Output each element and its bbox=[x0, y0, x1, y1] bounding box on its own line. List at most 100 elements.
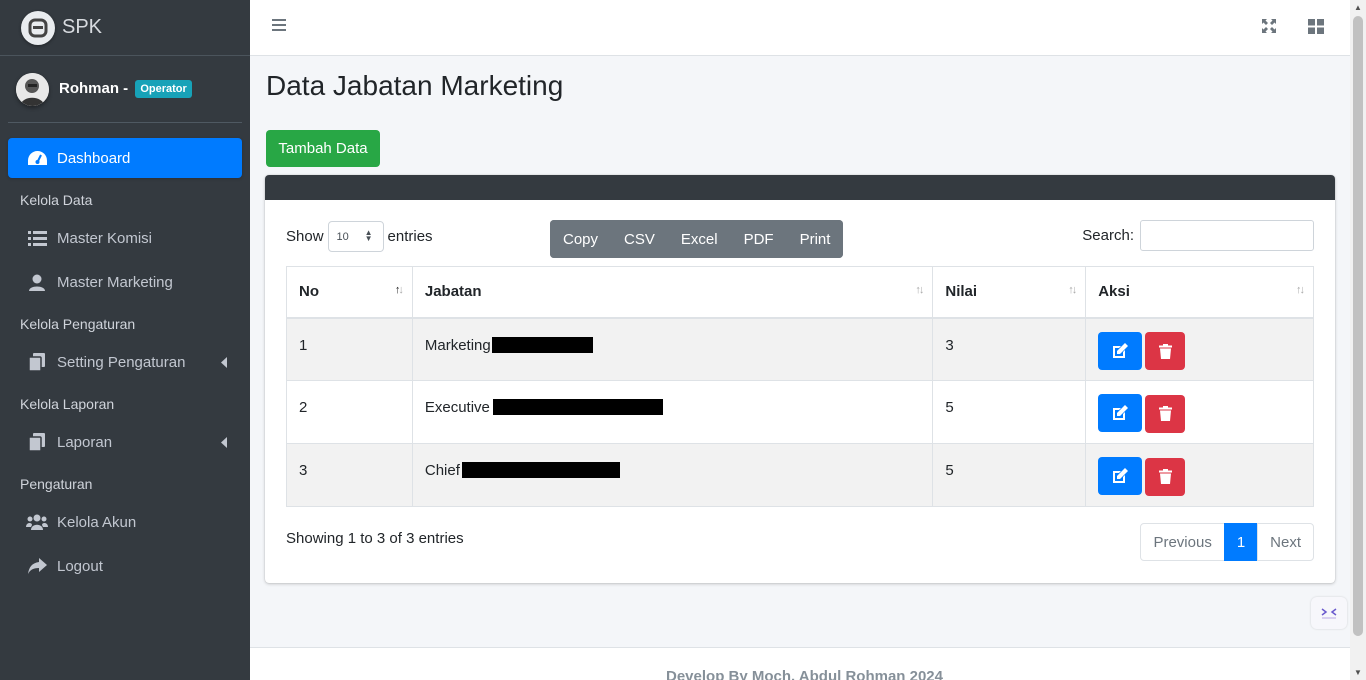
grid-icon[interactable] bbox=[1308, 19, 1324, 38]
fullscreen-icon[interactable] bbox=[1262, 19, 1276, 37]
add-data-button[interactable]: Tambah Data bbox=[266, 130, 380, 167]
footer-text: Develop By Moch. Abdul Rohman 2024 bbox=[666, 668, 943, 680]
csv-button[interactable]: CSV bbox=[611, 220, 668, 258]
page-title: Data Jabatan Marketing bbox=[266, 70, 564, 101]
footer: Develop By Moch. Abdul Rohman 2024 bbox=[250, 647, 1350, 680]
show-entries: Show 10 ▲ ▼ entries bbox=[286, 221, 433, 252]
nav-header-pengaturan: Pengaturan bbox=[20, 476, 93, 492]
user-panel: Rohman - Operator bbox=[8, 56, 242, 123]
sidebar-item-kelola-akun[interactable]: Kelola Akun bbox=[8, 502, 242, 542]
sidebar-item-laporan[interactable]: Laporan bbox=[8, 422, 242, 462]
column-header-jabatan[interactable]: Jabatan ↑↓ bbox=[411, 266, 934, 319]
search-input[interactable] bbox=[1140, 220, 1314, 251]
cell-jabatan: Marketing bbox=[411, 317, 934, 381]
table-header-row: No ↑↓ Jabatan ↑↓ Nilai ↑↓ Aksi ↑↓ bbox=[286, 266, 1314, 319]
trash-icon bbox=[1158, 406, 1172, 421]
list-icon bbox=[26, 228, 48, 248]
sidebar-item-master-marketing[interactable]: Master Marketing bbox=[8, 262, 242, 302]
hamburger-menu-icon[interactable] bbox=[272, 17, 286, 37]
select-arrows-icon: ▲ ▼ bbox=[364, 228, 373, 243]
cell-nilai: 5 bbox=[932, 380, 1087, 444]
share-icon bbox=[26, 556, 48, 576]
sidebar-item-master-komisi[interactable]: Master Komisi bbox=[8, 218, 242, 258]
cell-aksi bbox=[1085, 380, 1314, 444]
nav-header-kelola-laporan: Kelola Laporan bbox=[20, 396, 115, 412]
vertical-scrollbar[interactable]: ▲ ▼ bbox=[1350, 0, 1366, 680]
floating-widget-icon[interactable] bbox=[1311, 597, 1347, 629]
sort-icon: ↑↓ bbox=[915, 284, 924, 296]
scrollbar-thumb[interactable] bbox=[1353, 16, 1363, 636]
redacted-block bbox=[461, 462, 620, 478]
user-avatar[interactable] bbox=[16, 72, 49, 106]
edit-button[interactable] bbox=[1098, 331, 1143, 370]
trash-icon bbox=[1158, 343, 1172, 359]
column-label: Jabatan bbox=[424, 283, 482, 301]
column-label: Nilai bbox=[945, 283, 978, 301]
delete-button[interactable] bbox=[1145, 332, 1186, 370]
show-label: Show bbox=[286, 228, 324, 245]
brand-logo-icon bbox=[21, 10, 55, 45]
pdf-button[interactable]: PDF bbox=[730, 220, 787, 258]
cell-aksi bbox=[1085, 443, 1314, 507]
dashboard-icon bbox=[26, 148, 48, 168]
brand-link[interactable]: SPK bbox=[0, 0, 250, 56]
entries-select-value: 10 bbox=[336, 230, 349, 243]
data-card: Show 10 ▲ ▼ entries Copy CSV Excel PDF Pr… bbox=[265, 175, 1335, 583]
top-navbar bbox=[250, 0, 1350, 56]
jabatan-text: Chief bbox=[424, 462, 460, 479]
next-page-button[interactable]: Next bbox=[1257, 523, 1314, 561]
page-1-button[interactable]: 1 bbox=[1223, 523, 1259, 561]
sort-icon: ↑↓ bbox=[1068, 284, 1077, 296]
sidebar-item-dashboard[interactable]: Dashboard bbox=[8, 138, 242, 178]
entries-label: entries bbox=[387, 228, 433, 245]
edit-icon bbox=[1113, 342, 1129, 358]
users-icon bbox=[26, 512, 48, 532]
print-button[interactable]: Print bbox=[786, 220, 844, 258]
table-row: 1 Marketing 3 bbox=[286, 317, 1314, 381]
cell-nilai: 3 bbox=[932, 317, 1087, 381]
table-row: 2 Executive 5 bbox=[286, 380, 1314, 444]
edit-icon bbox=[1113, 468, 1129, 483]
column-label: Aksi bbox=[1098, 283, 1130, 301]
sort-icon: ↑↓ bbox=[1296, 284, 1305, 296]
column-label: No bbox=[299, 283, 319, 301]
chevron-left-icon bbox=[221, 355, 228, 372]
column-header-no[interactable]: No ↑↓ bbox=[286, 266, 413, 319]
brand-text: SPK bbox=[62, 16, 103, 38]
sidebar-nav: Dashboard Kelola Data Master Komisi Mast… bbox=[0, 123, 250, 586]
scroll-down-icon[interactable]: ▼ bbox=[1354, 668, 1362, 677]
cell-aksi bbox=[1085, 317, 1314, 381]
sort-asc-icon: ↑↓ bbox=[394, 284, 404, 296]
edit-button[interactable] bbox=[1098, 457, 1143, 495]
column-header-aksi[interactable]: Aksi ↑↓ bbox=[1085, 266, 1314, 319]
user-icon bbox=[26, 272, 48, 292]
sidebar-item-logout[interactable]: Logout bbox=[8, 546, 242, 586]
copy-button[interactable]: Copy bbox=[550, 220, 612, 258]
excel-button[interactable]: Excel bbox=[667, 220, 731, 258]
sidebar-item-label: Master Komisi bbox=[57, 229, 153, 247]
delete-button[interactable] bbox=[1145, 394, 1186, 433]
user-name-text: Rohman - bbox=[59, 80, 129, 97]
sidebar-item-label: Master Marketing bbox=[57, 273, 173, 291]
data-table: No ↑↓ Jabatan ↑↓ Nilai ↑↓ Aksi ↑↓ 1 Marketin… bbox=[286, 266, 1314, 507]
entries-select[interactable]: 10 ▲ ▼ bbox=[327, 221, 384, 252]
nav-header-kelola-data: Kelola Data bbox=[20, 192, 93, 208]
cell-jabatan: Chief bbox=[411, 443, 934, 507]
sidebar-item-label: Laporan bbox=[57, 433, 113, 451]
sidebar-item-setting-pengaturan[interactable]: Setting Pengaturan bbox=[8, 342, 242, 382]
card-header bbox=[265, 175, 1335, 200]
scroll-up-icon[interactable]: ▲ bbox=[1354, 3, 1362, 12]
pagination: Previous 1 Next bbox=[1140, 523, 1314, 561]
sidebar-item-label: Kelola Akun bbox=[57, 513, 137, 531]
role-badge: Operator bbox=[135, 80, 192, 98]
column-header-nilai[interactable]: Nilai ↑↓ bbox=[932, 266, 1087, 319]
edit-button[interactable] bbox=[1098, 394, 1143, 432]
export-button-group: Copy CSV Excel PDF Print bbox=[550, 220, 844, 258]
chevron-left-icon bbox=[221, 435, 228, 452]
user-name[interactable]: Rohman - Operator bbox=[59, 80, 192, 98]
nav-header-kelola-pengaturan: Kelola Pengaturan bbox=[20, 316, 136, 332]
search-label: Search: bbox=[1082, 227, 1134, 244]
sidebar-item-label: Dashboard bbox=[57, 149, 131, 167]
delete-button[interactable] bbox=[1145, 457, 1186, 496]
previous-page-button[interactable]: Previous bbox=[1140, 523, 1225, 561]
